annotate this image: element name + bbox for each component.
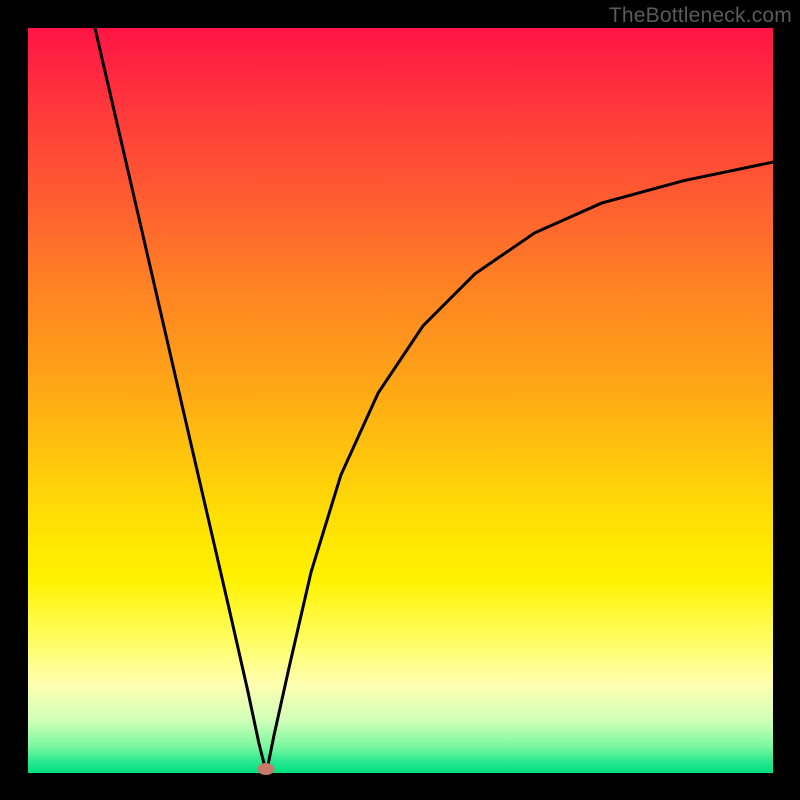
plot-area xyxy=(28,28,773,773)
watermark-text: TheBottleneck.com xyxy=(609,4,792,28)
curve-left-branch xyxy=(95,28,266,773)
optimum-marker xyxy=(258,763,275,775)
curve-right-branch xyxy=(266,162,773,773)
chart-frame: TheBottleneck.com xyxy=(0,0,800,800)
bottleneck-curve xyxy=(28,28,773,773)
